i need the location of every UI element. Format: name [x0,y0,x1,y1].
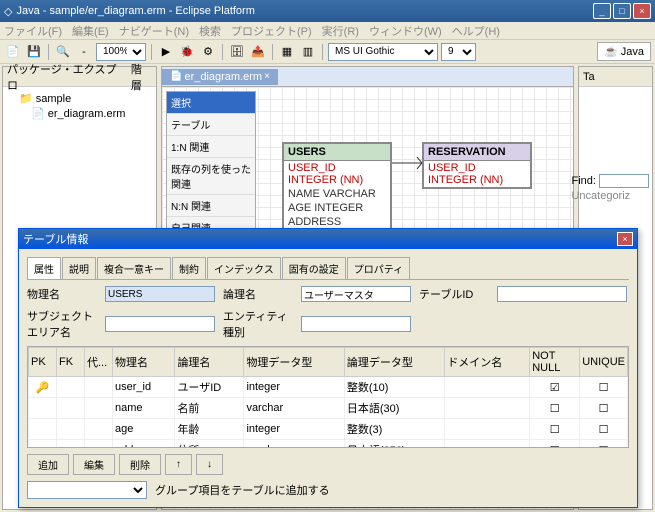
db-icon[interactable]: 🗄 [228,43,246,61]
menu-bar: ファイル(F) 編集(E) ナビゲート(N) 検索 プロジェクト(P) 実行(R… [0,22,655,40]
editor-tab[interactable]: 📄 er_diagram.erm × [162,69,278,85]
entity-reservation-header: RESERVATION [424,144,530,161]
maximize-button[interactable]: □ [613,3,631,19]
dialog-title: テーブル情報 [23,231,88,247]
entity-users-header: USERS [284,144,390,161]
minimize-button[interactable]: _ [593,3,611,19]
dialog-close-button[interactable]: × [617,232,633,246]
edit-button[interactable]: 編集 [73,454,115,475]
grid-row[interactable]: name名前varchar日本語(30)☐☐ [29,398,628,419]
menu-file[interactable]: ファイル(F) [4,23,62,39]
zoom-out-icon[interactable]: - [75,43,93,61]
window-titlebar: ◇ Java - sample/er_diagram.erm - Eclipse … [0,0,655,22]
tab-specific[interactable]: 固有の設定 [282,257,346,279]
tree-file[interactable]: 📄 er_diagram.erm [7,106,152,121]
perspective-java[interactable]: ☕ Java [597,42,651,61]
palette-1n[interactable]: 1:N 関連 [167,136,255,158]
palette-select[interactable]: 選択 [167,92,255,114]
menu-navigate[interactable]: ナビゲート(N) [119,23,189,39]
align-icon[interactable]: ▦ [278,43,296,61]
font-select[interactable]: MS UI Gothic [328,43,438,61]
subject-input[interactable] [105,316,215,332]
debug-icon[interactable]: 🐞 [178,43,196,61]
find-panel: Find: Uncategoriz [571,174,649,202]
tab-index[interactable]: インデックス [207,257,281,279]
relation-line [392,157,422,169]
tab-unique[interactable]: 複合一意キー [97,257,171,279]
menu-search[interactable]: 検索 [199,23,221,39]
uncategorized-label: Uncategoriz [571,190,649,202]
dialog-tabs: 属性 説明 複合一意キー 制約 インデックス 固有の設定 プロパティ [27,257,629,280]
add-button[interactable]: 追加 [27,454,69,475]
grid-row[interactable]: 🔑user_idユーザIDinteger整数(10)☑☐ [29,377,628,398]
physical-name-input[interactable] [105,286,215,302]
tab-desc[interactable]: 説明 [62,257,96,279]
menu-window[interactable]: ウィンドウ(W) [369,23,442,39]
task-tab-label[interactable]: Ta [583,71,595,83]
find-input[interactable] [599,174,649,188]
save-icon[interactable]: 💾 [25,43,43,61]
grid-row[interactable]: address住所varchar日本語(256)☐☐ [29,440,628,449]
fontsize-select[interactable]: 9 [441,43,476,61]
grid-row[interactable]: age年齢integer整数(3)☐☐ [29,419,628,440]
menu-project[interactable]: プロジェクト(P) [231,23,312,39]
grid-icon[interactable]: ▥ [299,43,317,61]
new-icon[interactable]: 📄 [4,43,22,61]
close-button[interactable]: × [633,3,651,19]
tab-constraint[interactable]: 制約 [172,257,206,279]
menu-help[interactable]: ヘルプ(H) [452,23,500,39]
table-info-dialog: テーブル情報 × 属性 説明 複合一意キー 制約 インデックス 固有の設定 プロ… [18,228,638,508]
up-button[interactable]: ↑ [165,454,192,475]
entity-reservation[interactable]: RESERVATION USER_ID INTEGER (NN) [422,142,532,189]
down-button[interactable]: ↓ [196,454,223,475]
zoom-select[interactable]: 100% [96,43,146,61]
menu-edit[interactable]: 編集(E) [72,23,109,39]
palette-existing[interactable]: 既存の列を使った関連 [167,158,255,195]
delete-button[interactable]: 削除 [119,454,161,475]
search-icon[interactable]: 🔍 [54,43,72,61]
tab-attr[interactable]: 属性 [27,257,61,279]
palette-nn[interactable]: N:N 関連 [167,195,255,217]
tab-property[interactable]: プロパティ [347,257,410,279]
entity-type-input[interactable] [301,316,411,332]
group-select[interactable] [27,481,147,499]
tree-project[interactable]: 📁 sample [7,91,152,106]
logical-name-input[interactable] [301,286,411,302]
columns-grid[interactable]: PK FK 代... 物理名 論理名 物理データ型 論理データ型 ドメイン名 N… [27,346,629,448]
menu-run[interactable]: 実行(R) [322,23,359,39]
window-title: Java - sample/er_diagram.erm - Eclipse P… [16,5,254,17]
ext-icon[interactable]: ⚙ [199,43,217,61]
group-add-label: グループ項目をテーブルに追加する [155,482,330,498]
app-icon: ◇ [4,5,12,18]
palette-table[interactable]: テーブル [167,114,255,136]
tableid-input[interactable] [497,286,627,302]
run-icon[interactable]: ▶ [157,43,175,61]
export-icon[interactable]: 📤 [249,43,267,61]
